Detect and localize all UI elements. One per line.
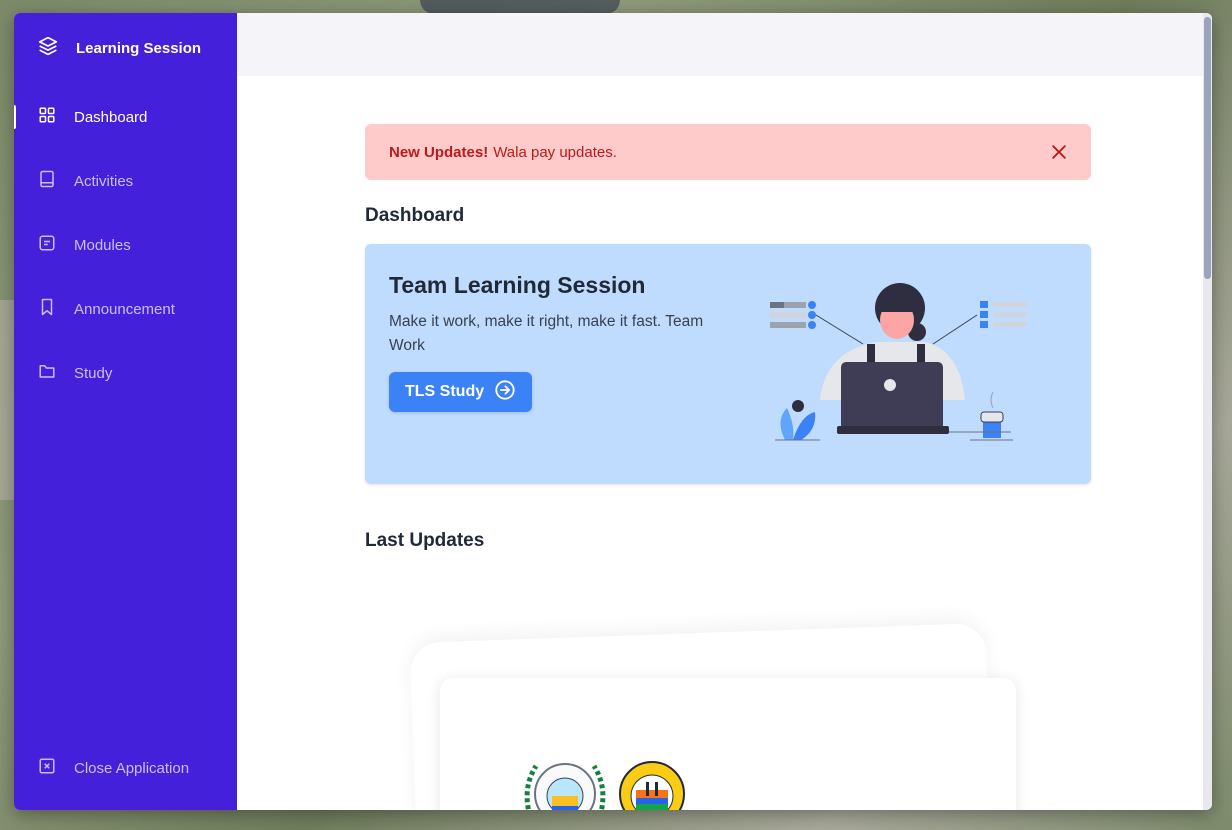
dashboard-content: New Updates! Wala pay updates. Dashboard…: [365, 124, 1091, 552]
bookmark-icon: [38, 298, 74, 320]
scrollbar-thumb[interactable]: [1204, 17, 1211, 279]
sidebar-item-dashboard[interactable]: Dashboard: [14, 85, 237, 149]
alert-title: New Updates!: [389, 143, 489, 161]
person-laptop-illustration: [765, 280, 1035, 455]
close-application-button[interactable]: Close Application: [14, 736, 237, 800]
update-alert: New Updates! Wala pay updates.: [365, 124, 1091, 180]
update-card[interactable]: [440, 678, 1016, 810]
close-application-label: Close Application: [74, 759, 190, 777]
book-icon: [38, 170, 74, 192]
sidebar-item-activities[interactable]: Activities: [14, 149, 237, 213]
sidebar-item-announcement[interactable]: Announcement: [14, 277, 237, 341]
hero-subtitle: Make it work, make it right, make it fas…: [389, 313, 704, 354]
sidebar-item-label: Modules: [74, 236, 131, 254]
background-decoration: [420, 0, 620, 14]
brand: Learning Session: [14, 13, 237, 83]
sidebar-item-study[interactable]: Study: [14, 341, 237, 405]
tls-study-button[interactable]: TLS Study: [389, 372, 533, 412]
arrow-circle-right-icon: [484, 379, 516, 406]
folder-icon: [38, 362, 74, 384]
tls-study-button-label: TLS Study: [405, 383, 485, 400]
provincial-seal-logo: [612, 758, 692, 810]
top-bar: [237, 13, 1212, 76]
hero-card: Team Learning Session Make it work, make…: [365, 244, 1091, 484]
close-square-icon: [38, 757, 74, 779]
app-window: Learning Session Dashboard Activities Mo…: [14, 13, 1212, 810]
app-title: Learning Session: [76, 39, 202, 57]
sidebar-nav: Dashboard Activities Modules Announcemen…: [14, 85, 237, 405]
alert-message: Wala pay updates.: [493, 143, 617, 161]
document-icon: [38, 234, 74, 256]
sidebar-item-label: Dashboard: [74, 108, 148, 126]
hero-title: Team Learning Session: [389, 272, 646, 298]
background-decoration: [0, 300, 14, 500]
sidebar-item-label: Announcement: [74, 300, 175, 318]
page-title: Dashboard: [365, 205, 465, 226]
last-updates-title: Last Updates: [365, 530, 485, 551]
layers-icon: [38, 36, 76, 60]
grid-icon: [38, 106, 74, 128]
sidebar-item-label: Study: [74, 364, 113, 382]
close-icon[interactable]: [1049, 142, 1069, 166]
seal-logos: [522, 758, 692, 810]
scrollbar[interactable]: [1203, 13, 1212, 810]
sidebar: Learning Session Dashboard Activities Mo…: [14, 13, 237, 810]
municipal-seal-logo: [522, 758, 608, 810]
sidebar-item-modules[interactable]: Modules: [14, 213, 237, 277]
sidebar-item-label: Activities: [74, 172, 134, 190]
main-content: New Updates! Wala pay updates. Dashboard…: [237, 13, 1212, 810]
